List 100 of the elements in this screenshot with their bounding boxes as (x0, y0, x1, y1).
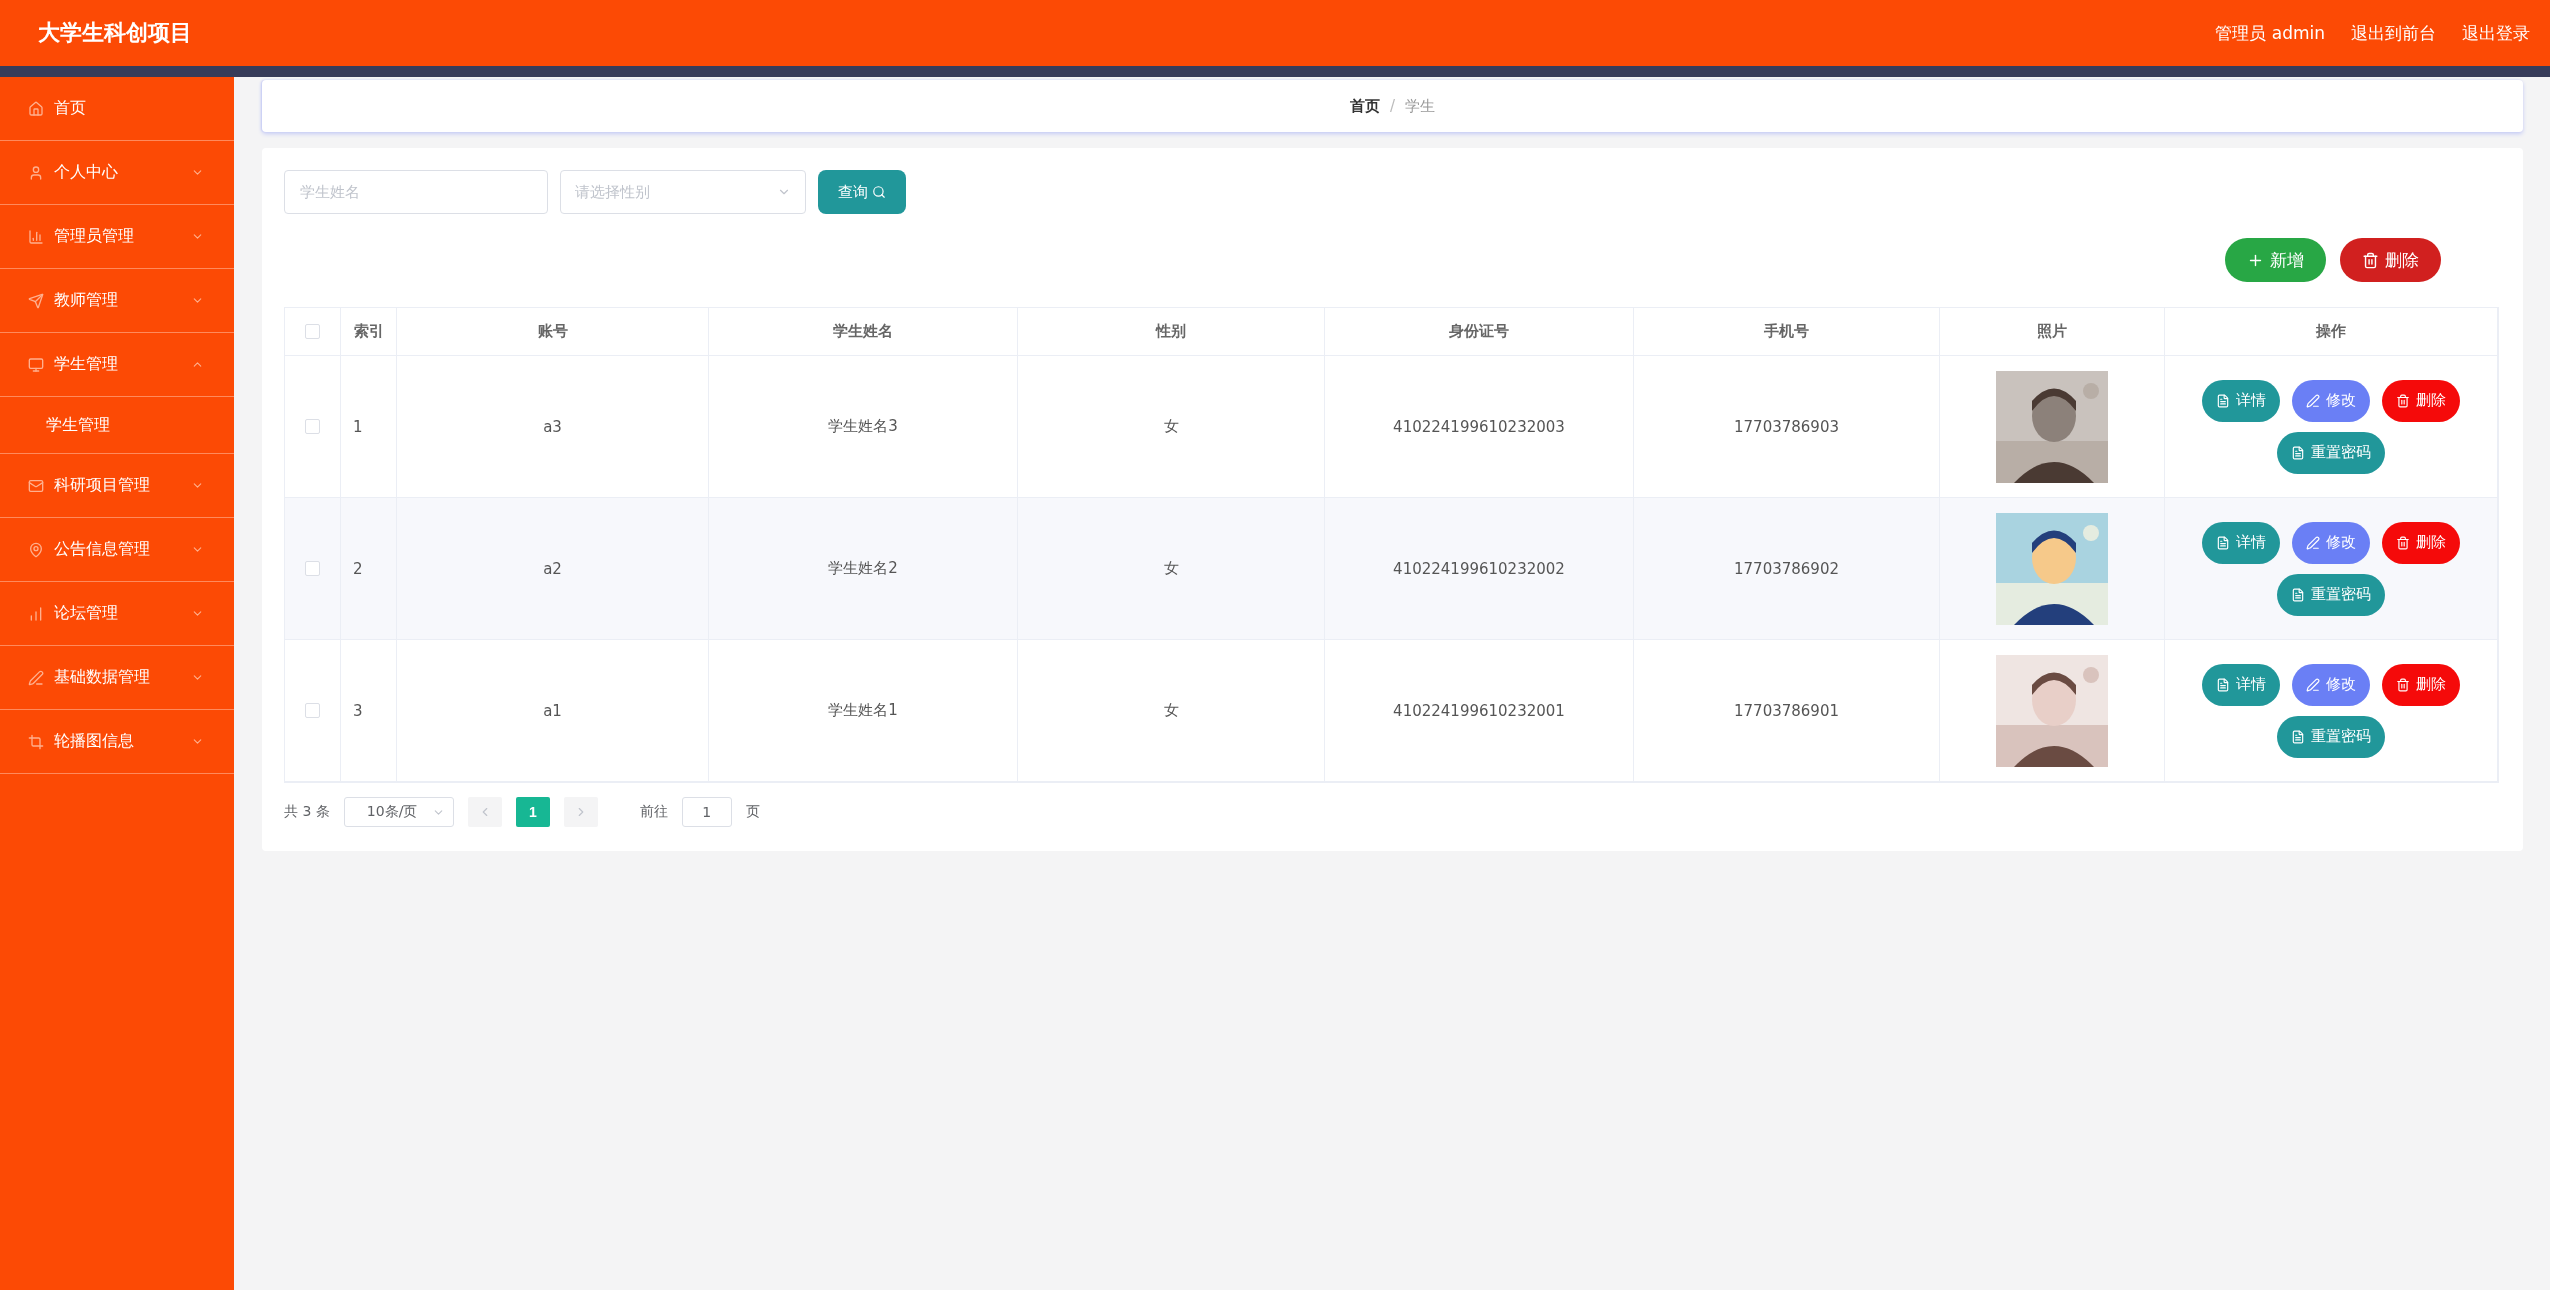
menu-icon (28, 292, 44, 309)
edit-button[interactable]: 修改 (2292, 379, 2370, 422)
reset-button[interactable]: 重置密码 (2277, 715, 2385, 758)
table-cell: 学生姓名3 (828, 417, 898, 436)
column-header: 照片 (2037, 322, 2067, 341)
trash-icon (2362, 251, 2379, 269)
table-cell: 2 (353, 559, 363, 578)
column-header: 学生姓名 (833, 322, 893, 341)
sidebar-item[interactable]: 教师管理 (0, 269, 234, 333)
table-cell: 410224199610232001 (1393, 701, 1565, 720)
sidebar-label: 管理员管理 (54, 226, 135, 247)
pencil-icon (2306, 535, 2320, 550)
table-cell: 女 (1163, 559, 1179, 578)
sidebar-item[interactable]: 管理员管理 (0, 205, 234, 269)
sidebar-label: 学生管理 (54, 354, 119, 375)
edit-button[interactable]: 修改 (2292, 521, 2370, 564)
document-icon (2291, 729, 2305, 744)
table-cell: 17703786902 (1734, 559, 1839, 578)
header-link[interactable]: 管理员 admin (2215, 21, 2325, 45)
table-cell: 17703786903 (1734, 417, 1839, 436)
document-icon (2216, 677, 2230, 692)
table-cell: 3 (353, 701, 363, 720)
detail-button[interactable]: 详情 (2202, 521, 2280, 564)
menu-icon (28, 733, 44, 750)
trash-icon (2396, 393, 2410, 408)
menu-icon (28, 100, 44, 117)
header-link[interactable]: 退出到前台 (2351, 21, 2436, 45)
trash-icon (2396, 535, 2410, 550)
sidebar-item[interactable]: 科研项目管理 (0, 454, 234, 518)
row-checkbox[interactable] (305, 561, 320, 576)
document-icon (2291, 587, 2305, 602)
sidebar-label: 首页 (54, 98, 87, 119)
column-header: 手机号 (1764, 322, 1809, 341)
reset-button[interactable]: 重置密码 (2277, 431, 2385, 474)
detail-button[interactable]: 详情 (2202, 663, 2280, 706)
row-checkbox[interactable] (305, 703, 320, 718)
reset-button[interactable]: 重置密码 (2277, 573, 2385, 616)
delete-button[interactable]: 删除 (2382, 521, 2460, 564)
table-cell: 410224199610232002 (1393, 559, 1565, 578)
total-count: 共 3 条 (284, 803, 330, 821)
breadcrumb-separator: / (1389, 97, 1396, 115)
sidebar-item[interactable]: 轮播图信息 (0, 710, 234, 774)
breadcrumb-item[interactable]: 学生 (1405, 96, 1436, 116)
table-cell: a3 (543, 417, 562, 436)
column-header: 账号 (537, 322, 568, 341)
add-button[interactable]: 新增 (2225, 238, 2326, 282)
detail-button[interactable]: 详情 (2202, 379, 2280, 422)
table-cell: 女 (1163, 417, 1179, 436)
menu-icon (28, 228, 44, 245)
goto-label: 前往 (639, 803, 668, 821)
pencil-icon (2306, 677, 2320, 692)
sidebar-item[interactable]: 基础数据管理 (0, 646, 234, 710)
trash-icon (2396, 677, 2410, 692)
table-cell: 学生姓名2 (828, 559, 898, 578)
sidebar-label: 公告信息管理 (54, 539, 151, 560)
table-cell: 410224199610232003 (1393, 417, 1565, 436)
sidebar-label: 教师管理 (54, 290, 119, 311)
menu-icon (28, 541, 44, 558)
menu-icon (28, 164, 44, 181)
table-cell: a1 (543, 701, 562, 720)
previous-page-button[interactable] (467, 797, 502, 827)
page-size-select[interactable]: 10条/页 (343, 797, 454, 827)
sidebar-item[interactable]: 个人中心 (0, 141, 234, 205)
search-icon (872, 185, 886, 199)
page-number[interactable]: 1 (515, 797, 550, 827)
sidebar-item[interactable]: 学生管理 (0, 333, 234, 397)
sidebar-item[interactable]: 首页 (0, 77, 234, 141)
submenu-item[interactable]: 学生管理 (0, 397, 234, 454)
menu-icon (28, 356, 44, 373)
app-title: 大学生科创项目 (38, 19, 192, 47)
delete-button[interactable]: 删除 (2382, 379, 2460, 422)
sidebar-label: 论坛管理 (54, 603, 119, 624)
sidebar-item[interactable]: 公告信息管理 (0, 518, 234, 582)
edit-button[interactable]: 修改 (2292, 663, 2370, 706)
table-cell: 1 (353, 417, 363, 436)
breadcrumb-item[interactable]: 首页 (1349, 96, 1380, 116)
gender-select[interactable]: 请选择性别 (560, 170, 806, 214)
query-button[interactable]: 查询 (818, 170, 906, 214)
sidebar-label: 基础数据管理 (54, 667, 151, 688)
sidebar-item[interactable]: 论坛管理 (0, 582, 234, 646)
header-link[interactable]: 退出登录 (2462, 21, 2530, 45)
document-icon (2216, 535, 2230, 550)
name-search-field[interactable]: 学生姓名 (284, 170, 548, 214)
document-icon (2216, 393, 2230, 408)
row-checkbox[interactable] (305, 419, 320, 434)
table-cell: 女 (1163, 701, 1179, 720)
menu-icon (28, 477, 44, 494)
sidebar-label: 轮播图信息 (54, 731, 135, 752)
delete-button[interactable]: 删除 (2382, 663, 2460, 706)
page-input[interactable]: 1 (681, 797, 732, 827)
select-all-checkbox[interactable] (305, 324, 320, 339)
menu-icon (28, 669, 44, 686)
table-cell: 17703786901 (1734, 701, 1839, 720)
pencil-icon (2306, 393, 2320, 408)
sidebar-label: 个人中心 (54, 162, 119, 183)
next-page-button[interactable] (563, 797, 598, 827)
column-header: 性别 (1156, 322, 1186, 341)
table-cell: a2 (543, 559, 562, 578)
column-header: 操作 (2316, 322, 2346, 341)
delete-button[interactable]: 删除 (2340, 238, 2441, 282)
